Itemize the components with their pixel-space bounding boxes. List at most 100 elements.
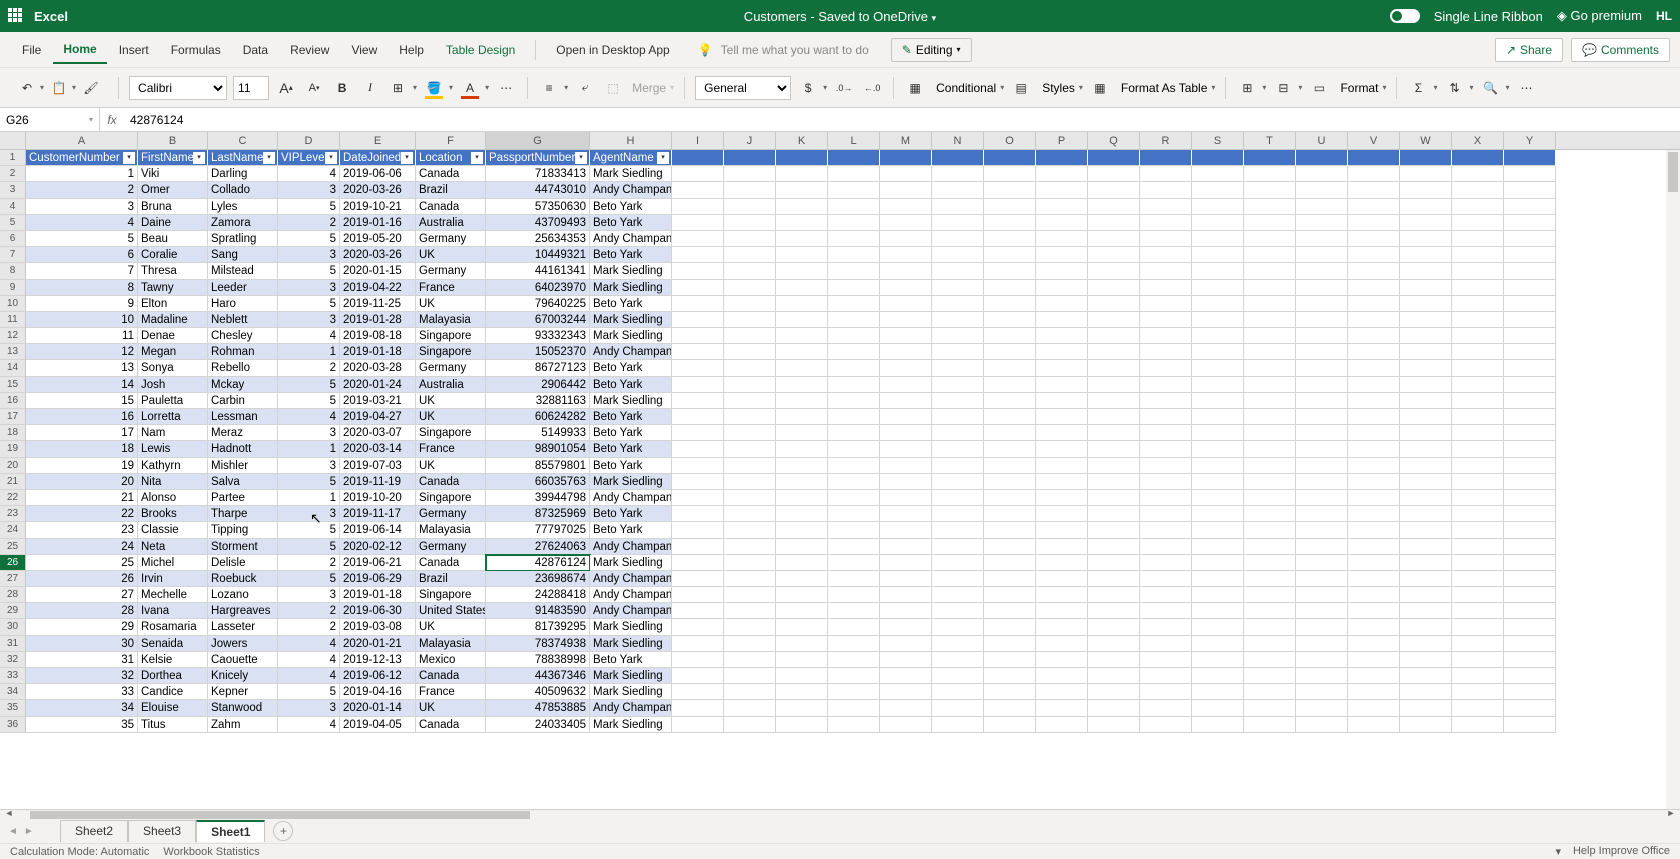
sheet-nav-prev-icon[interactable]: ◄ bbox=[8, 826, 18, 837]
cell[interactable] bbox=[1348, 328, 1400, 344]
cell[interactable]: 3 bbox=[278, 425, 340, 441]
cell[interactable] bbox=[828, 247, 880, 263]
cell[interactable] bbox=[984, 409, 1036, 425]
cell[interactable] bbox=[1504, 587, 1556, 603]
cell[interactable] bbox=[776, 603, 828, 619]
cell[interactable] bbox=[1036, 328, 1088, 344]
cell[interactable] bbox=[1088, 360, 1140, 376]
cell[interactable] bbox=[1088, 409, 1140, 425]
cell[interactable] bbox=[1192, 700, 1244, 716]
cell[interactable] bbox=[1140, 506, 1192, 522]
cell[interactable] bbox=[1244, 247, 1296, 263]
cell[interactable]: Caouette bbox=[208, 652, 278, 668]
row-header[interactable]: 24 bbox=[0, 522, 26, 538]
cell[interactable] bbox=[1400, 700, 1452, 716]
cell[interactable] bbox=[932, 377, 984, 393]
cell[interactable]: Beto Yark bbox=[590, 215, 672, 231]
cell[interactable] bbox=[672, 263, 724, 279]
cell[interactable] bbox=[880, 409, 932, 425]
cell[interactable] bbox=[880, 571, 932, 587]
cell[interactable] bbox=[776, 668, 828, 684]
name-box[interactable]: G26▾ bbox=[0, 108, 100, 131]
cell[interactable] bbox=[1036, 409, 1088, 425]
cell[interactable] bbox=[776, 215, 828, 231]
cell[interactable] bbox=[880, 636, 932, 652]
app-launcher-icon[interactable] bbox=[8, 8, 24, 24]
cell[interactable]: UK bbox=[416, 700, 486, 716]
cell[interactable] bbox=[1036, 571, 1088, 587]
cell[interactable] bbox=[672, 150, 724, 166]
cell[interactable]: 3 bbox=[278, 700, 340, 716]
cell[interactable]: Dorthea bbox=[138, 668, 208, 684]
cell[interactable]: Kelsie bbox=[138, 652, 208, 668]
more-font-icon[interactable]: ⋯ bbox=[495, 77, 517, 99]
cell[interactable] bbox=[672, 328, 724, 344]
cell[interactable]: Beto Yark bbox=[590, 360, 672, 376]
cell[interactable]: Mark Siedling bbox=[590, 684, 672, 700]
find-icon[interactable]: 🔍 bbox=[1480, 77, 1502, 99]
cell[interactable] bbox=[1348, 182, 1400, 198]
wrap-text-icon[interactable]: ⤶ bbox=[574, 77, 596, 99]
cell[interactable] bbox=[1452, 587, 1504, 603]
cell[interactable]: Partee bbox=[208, 490, 278, 506]
cell[interactable] bbox=[1400, 668, 1452, 684]
cell[interactable] bbox=[1400, 263, 1452, 279]
format-as-table-button[interactable]: Format As Table bbox=[1121, 81, 1207, 95]
cell[interactable] bbox=[1452, 360, 1504, 376]
cell[interactable]: 2019-06-14 bbox=[340, 522, 416, 538]
column-header-C[interactable]: C bbox=[208, 132, 278, 149]
cell[interactable] bbox=[776, 247, 828, 263]
cell[interactable] bbox=[1244, 506, 1296, 522]
workbook-stats-label[interactable]: Workbook Statistics bbox=[163, 846, 259, 858]
cell[interactable] bbox=[776, 344, 828, 360]
cell[interactable] bbox=[1088, 247, 1140, 263]
table-header-cell[interactable]: CustomerNumber▾ bbox=[26, 150, 138, 166]
cell[interactable] bbox=[932, 539, 984, 555]
cell[interactable]: 18 bbox=[26, 441, 138, 457]
cell[interactable] bbox=[1504, 393, 1556, 409]
cell[interactable]: 2019-01-16 bbox=[340, 215, 416, 231]
cell[interactable] bbox=[672, 474, 724, 490]
cell[interactable] bbox=[932, 522, 984, 538]
cell[interactable] bbox=[1140, 199, 1192, 215]
cell[interactable]: Lorretta bbox=[138, 409, 208, 425]
cell[interactable] bbox=[932, 409, 984, 425]
cell[interactable]: 3 bbox=[26, 199, 138, 215]
cell[interactable]: 1 bbox=[278, 441, 340, 457]
cell[interactable]: Classie bbox=[138, 522, 208, 538]
cell[interactable] bbox=[672, 280, 724, 296]
cell[interactable] bbox=[1400, 360, 1452, 376]
column-header-A[interactable]: A bbox=[26, 132, 138, 149]
cell[interactable]: 2020-03-28 bbox=[340, 360, 416, 376]
cell[interactable] bbox=[1296, 619, 1348, 635]
cell[interactable] bbox=[1504, 571, 1556, 587]
cell[interactable] bbox=[672, 636, 724, 652]
cell[interactable] bbox=[1192, 717, 1244, 733]
cell[interactable]: UK bbox=[416, 409, 486, 425]
cell[interactable]: Beto Yark bbox=[590, 409, 672, 425]
cell[interactable] bbox=[1244, 263, 1296, 279]
cell[interactable] bbox=[1400, 215, 1452, 231]
filter-icon[interactable]: ▾ bbox=[325, 152, 337, 164]
cell[interactable]: 2019-06-21 bbox=[340, 555, 416, 571]
cell[interactable] bbox=[1452, 328, 1504, 344]
cell[interactable]: 1 bbox=[278, 344, 340, 360]
cell[interactable] bbox=[1036, 344, 1088, 360]
row-header[interactable]: 14 bbox=[0, 360, 26, 376]
cell[interactable] bbox=[1140, 296, 1192, 312]
cell[interactable] bbox=[1400, 522, 1452, 538]
cell[interactable] bbox=[1088, 700, 1140, 716]
cell[interactable]: 33 bbox=[26, 684, 138, 700]
cell[interactable] bbox=[880, 215, 932, 231]
cell[interactable] bbox=[1348, 312, 1400, 328]
cell[interactable] bbox=[1452, 603, 1504, 619]
cell[interactable] bbox=[1296, 377, 1348, 393]
cell[interactable] bbox=[880, 587, 932, 603]
cell[interactable] bbox=[932, 555, 984, 571]
cell[interactable] bbox=[1244, 328, 1296, 344]
cell[interactable]: Megan bbox=[138, 344, 208, 360]
cell[interactable] bbox=[828, 717, 880, 733]
cell[interactable] bbox=[724, 668, 776, 684]
cell[interactable] bbox=[880, 619, 932, 635]
cell[interactable]: 2019-11-17 bbox=[340, 506, 416, 522]
